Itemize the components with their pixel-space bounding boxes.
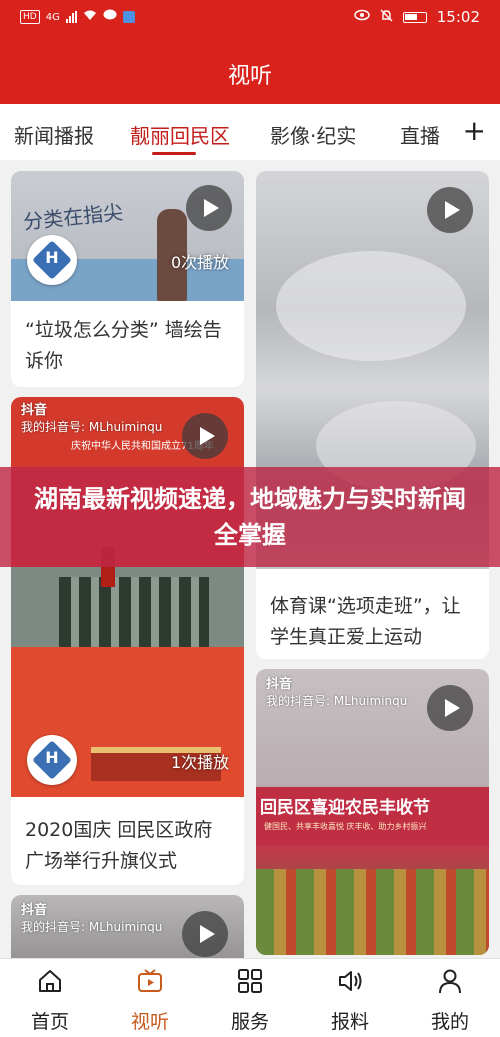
active-tab-indicator xyxy=(152,152,196,155)
harvest-produce xyxy=(256,869,489,955)
nav-report-label: 报料 xyxy=(330,1011,369,1033)
video-caption: 2020国庆 回民区政府广场举行升旗仪式 xyxy=(25,819,213,872)
headline-banner[interactable]: 湖南最新视频速递，地域魅力与实时新闻全掌握 xyxy=(0,467,500,567)
cloud-shape xyxy=(276,251,466,361)
play-icon[interactable] xyxy=(182,413,228,459)
douyin-watermark: 抖音 我的抖音号: MLhuiminqu xyxy=(21,903,162,935)
nav-service-label: 服务 xyxy=(230,1011,269,1033)
nav-home-label: 首页 xyxy=(30,1011,69,1033)
play-icon[interactable] xyxy=(427,685,473,731)
play-count: 0次播放 xyxy=(171,253,230,272)
nav-service[interactable]: 服务 xyxy=(200,959,300,1037)
douyin-watermark: 抖音 我的抖音号: MLhuiminqu xyxy=(21,403,162,435)
add-tab-icon[interactable]: + xyxy=(463,114,486,147)
video-icon xyxy=(138,969,162,992)
clock: 15:02 xyxy=(436,8,480,26)
nav-home[interactable]: 首页 xyxy=(0,959,100,1037)
video-card[interactable]: 抖音 我的抖音号: MLhuiminqu 回民区喜迎农民丰收节 健国民、共享丰收… xyxy=(256,669,489,955)
home-icon xyxy=(39,970,61,992)
video-thumbnail: 抖音 我的抖音号: MLhuiminqu 回民区喜迎农民丰收节 健国民、共享丰收… xyxy=(256,669,489,955)
douyin-id: 我的抖音号: MLhuiminqu xyxy=(21,420,163,434)
speaker-icon xyxy=(339,971,362,991)
mural-text: 分类在指尖 xyxy=(22,199,125,235)
tab-live[interactable]: 直播 xyxy=(400,120,440,149)
channel-logo xyxy=(27,235,77,285)
mute-bell-icon xyxy=(380,9,393,26)
harvest-banner: 回民区喜迎农民丰收节 健国民、共享丰收喜悦 庆丰收、助力乡村振兴 xyxy=(256,787,489,845)
video-card[interactable]: 分类在指尖 0次播放 “垃圾怎么分类” 墙绘告诉你 xyxy=(11,171,244,387)
network-type: 4G xyxy=(45,11,60,23)
headline-text: 湖南最新视频速递，地域魅力与实时新闻全掌握 xyxy=(34,485,466,549)
wifi-icon xyxy=(83,9,97,25)
grid-icon xyxy=(238,969,262,993)
honor-guards xyxy=(59,577,209,647)
douyin-watermark: 抖音 我的抖音号: MLhuiminqu xyxy=(266,677,407,709)
bottom-navigation: 首页 视听 服务 报料 我的 xyxy=(0,958,500,1037)
video-caption: “垃圾怎么分类” 墙绘告诉你 xyxy=(25,319,222,372)
channel-logo xyxy=(27,735,77,785)
video-card[interactable]: 体育课“选项走班”，让学生真正爱上运动 xyxy=(256,171,489,659)
play-count: 1次播放 xyxy=(171,753,230,772)
channel-tabs: 新闻播报 靓丽回民区 影像·纪实 直播 + xyxy=(0,104,500,160)
play-icon[interactable] xyxy=(182,911,228,957)
play-icon[interactable] xyxy=(186,185,232,231)
user-icon xyxy=(439,969,461,994)
douyin-brand: 抖音 xyxy=(266,677,293,692)
douyin-brand: 抖音 xyxy=(21,403,48,418)
video-caption: 体育课“选项走班”，让学生真正爱上运动 xyxy=(270,595,461,648)
nav-me-label: 我的 xyxy=(430,1011,469,1033)
page-title: 视听 xyxy=(227,64,272,89)
nav-video-label: 视听 xyxy=(130,1011,169,1033)
douyin-id: 我的抖音号: MLhuiminqu xyxy=(266,694,408,708)
nav-report[interactable]: 报料 xyxy=(300,959,400,1037)
app-notification-icon xyxy=(122,11,135,23)
tab-huiminqu[interactable]: 靓丽回民区 xyxy=(130,120,230,149)
app-header: HD 4G 15:02 视听 xyxy=(0,0,500,104)
tab-documentary[interactable]: 影像·纪实 xyxy=(270,120,356,149)
play-icon[interactable] xyxy=(427,187,473,233)
douyin-id: 我的抖音号: MLhuiminqu xyxy=(21,920,163,934)
nav-me[interactable]: 我的 xyxy=(400,959,500,1037)
video-thumbnail: 分类在指尖 0次播放 xyxy=(11,171,244,301)
battery-icon xyxy=(402,11,427,23)
message-icon xyxy=(103,9,117,25)
signal-icon xyxy=(65,11,77,23)
harvest-banner-title: 回民区喜迎农民丰收节 xyxy=(260,798,430,818)
hd-badge: HD xyxy=(20,10,40,24)
harvest-banner-subtitle: 健国民、共享丰收喜悦 庆丰收、助力乡村振兴 xyxy=(264,822,427,831)
nav-video[interactable]: 视听 xyxy=(100,959,200,1037)
eye-icon xyxy=(354,9,370,25)
tab-news[interactable]: 新闻播报 xyxy=(14,120,94,149)
douyin-brand: 抖音 xyxy=(21,903,48,918)
video-thumbnail: 抖音 我的抖音号: MLhuiminqu 庆祝中华人民共和国成立71周年 1次播… xyxy=(11,397,244,797)
status-bar: HD 4G 15:02 xyxy=(0,0,500,36)
